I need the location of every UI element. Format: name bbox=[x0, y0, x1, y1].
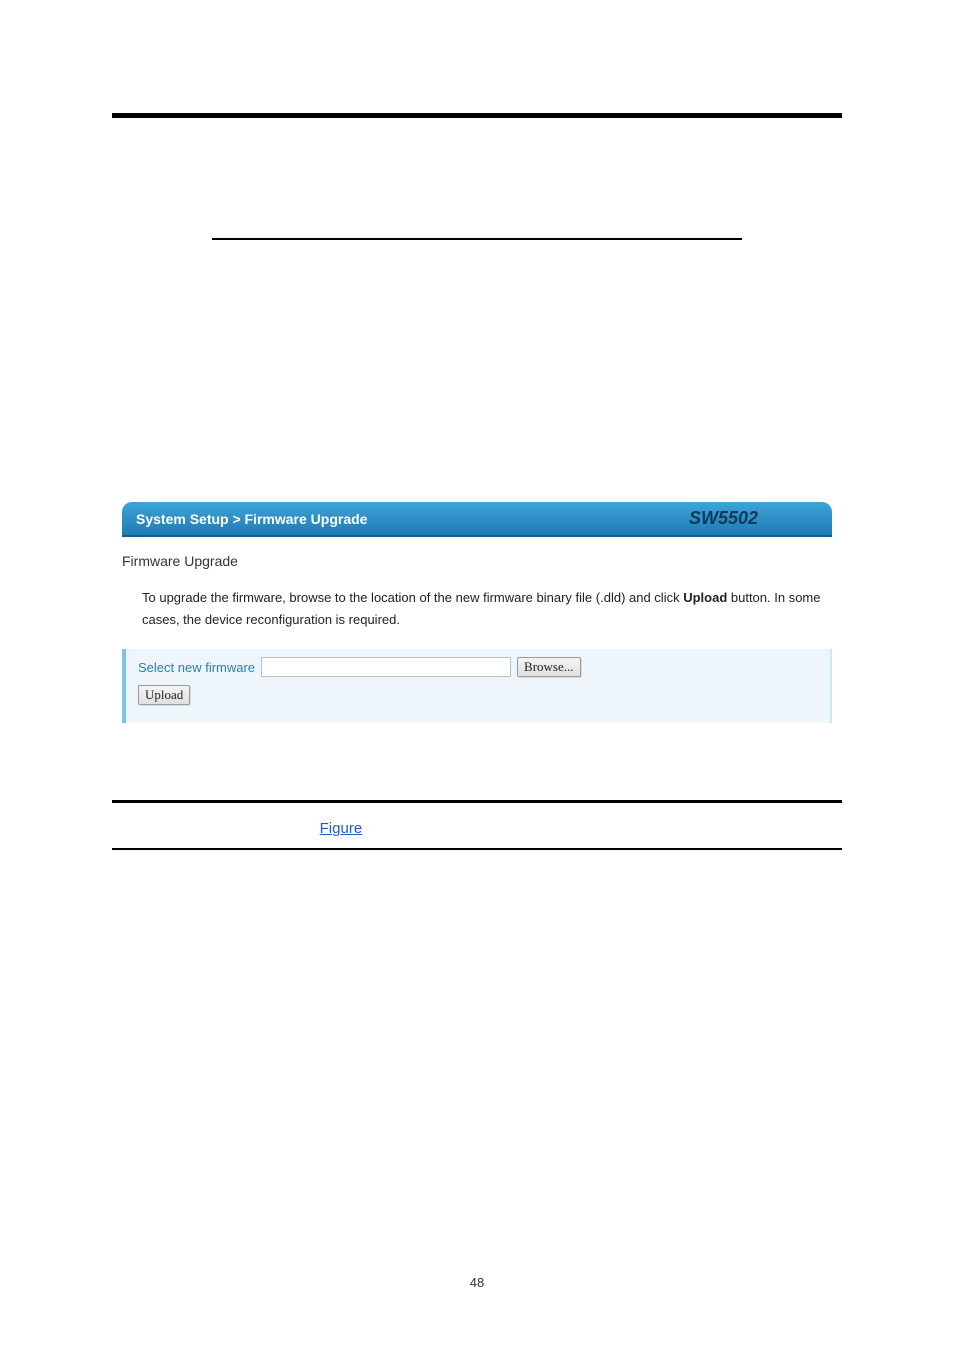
screenshot-subtitle: Firmware Upgrade bbox=[122, 553, 832, 569]
divider-thin bbox=[112, 848, 842, 850]
subsection-steps: Follow the following steps bbox=[112, 295, 842, 312]
para-text-b: button to find and choose the new firmwa… bbox=[263, 337, 794, 354]
divider-thick bbox=[112, 800, 842, 803]
backup-text: Backup / Restore Setting bbox=[150, 820, 320, 837]
backup-section-line: 4.8.7 Backup / Restore Setting Figure. bbox=[112, 815, 842, 842]
paragraph-instruction: Click on the "Browse" button to find and… bbox=[112, 332, 842, 386]
firmware-file-input[interactable] bbox=[261, 657, 511, 677]
document-page: 4.8 System Setup 4.8.6 Firmware Upgrade … bbox=[0, 0, 954, 850]
browse-button[interactable]: Browse... bbox=[517, 657, 580, 677]
breadcrumb: System Setup > Firmware Upgrade bbox=[136, 511, 367, 527]
subsection-heading: 4.8.6.1 Upgrade Procedures bbox=[112, 260, 842, 277]
file-row: Select new firmware Browse... bbox=[138, 657, 818, 677]
instr-text-a: To upgrade the firmware, browse to the l… bbox=[142, 590, 683, 605]
upload-button[interactable]: Upload bbox=[138, 685, 190, 705]
screenshot-body: Firmware Upgrade To upgrade the firmware… bbox=[122, 537, 832, 723]
paragraph-warning: The new firmware will be loaded to your … bbox=[112, 398, 842, 452]
para-bold-upload: "Upload". bbox=[112, 364, 181, 381]
upload-panel: Select new firmware Browse... Upload bbox=[122, 649, 832, 723]
section-underline bbox=[212, 238, 742, 240]
upload-row: Upload bbox=[138, 685, 818, 705]
screenshot-instruction: To upgrade the firmware, browse to the l… bbox=[142, 587, 822, 631]
device-model: SW5502 bbox=[689, 508, 818, 529]
section-number: 4.8 System Setup bbox=[112, 158, 842, 181]
para-text-a: Click on the bbox=[112, 337, 195, 354]
embedded-screenshot: System Setup > Firmware Upgrade SW5502 F… bbox=[112, 502, 842, 723]
figure-caption: Figure 4.43 bbox=[112, 763, 842, 780]
backup-number: 4.8.7 bbox=[112, 820, 145, 837]
screenshot-header: System Setup > Firmware Upgrade SW5502 bbox=[122, 502, 832, 537]
figure-xref-link[interactable]: Figure bbox=[320, 820, 363, 837]
page-number: 48 bbox=[0, 1275, 954, 1290]
backup-tail: . bbox=[362, 820, 366, 837]
section-title: 4.8.6 Firmware Upgrade bbox=[112, 211, 842, 234]
file-label: Select new firmware bbox=[138, 660, 255, 675]
para-bold-browse: "Browse" bbox=[195, 337, 263, 354]
top-rule bbox=[112, 113, 842, 118]
instr-bold: Upload bbox=[683, 590, 727, 605]
